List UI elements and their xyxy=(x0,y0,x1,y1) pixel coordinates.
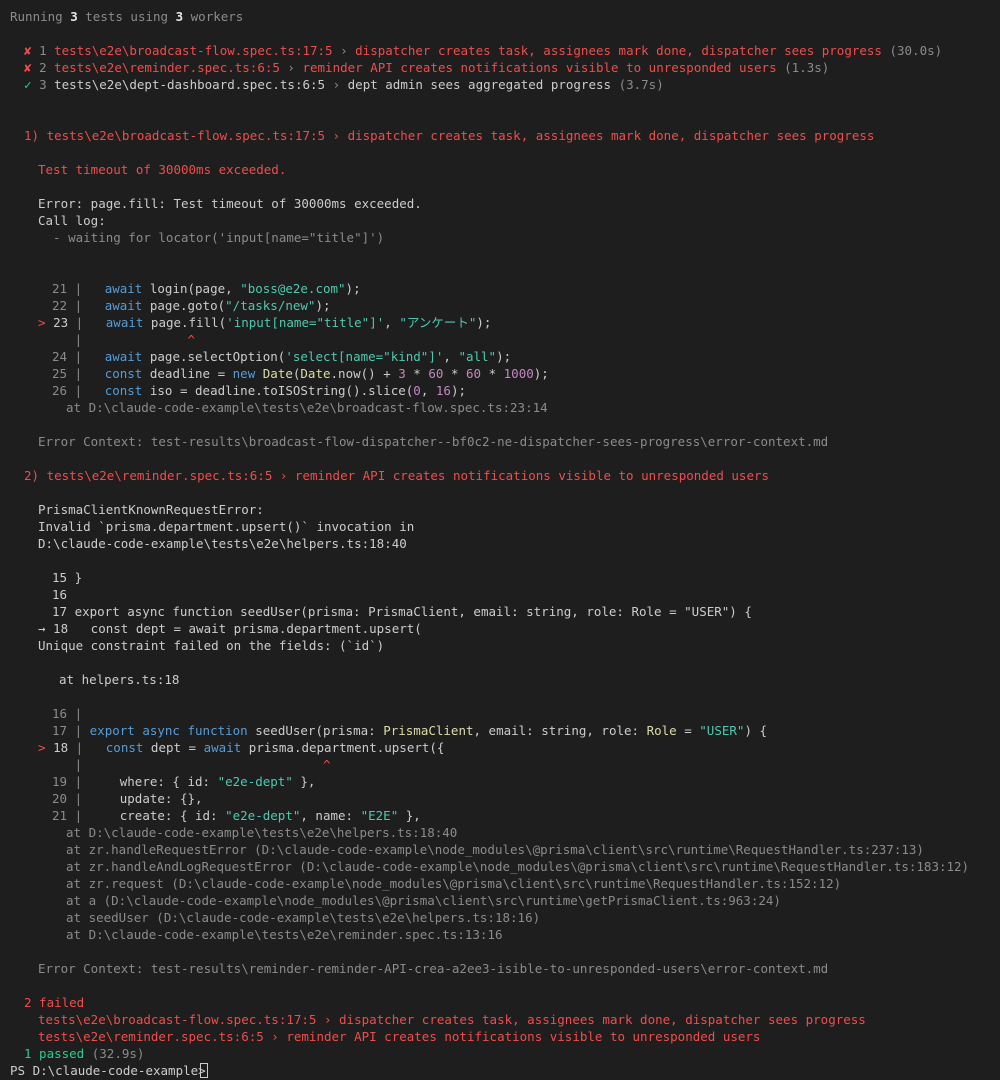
test-result-row: ✓ 3 tests\e2e\dept-dashboard.spec.ts:6:5… xyxy=(24,77,664,92)
stack-frame[interactable]: at D:\claude-code-example\tests\e2e\remi… xyxy=(66,926,503,943)
stack-frame: at helpers.ts:18 xyxy=(59,672,180,687)
stack-frame[interactable]: at a (D:\claude-code-example\node_module… xyxy=(66,892,781,909)
failure-header: 1) tests\e2e\broadcast-flow.spec.ts:17:5… xyxy=(24,128,875,143)
failed-test-entry[interactable]: tests\e2e\broadcast-flow.spec.ts:17:5 › … xyxy=(38,1011,866,1028)
code-line: 17 | export async function seedUser(pris… xyxy=(52,723,768,738)
error-caret: | ^ xyxy=(52,757,331,772)
source-line: 17 export async function seedUser(prisma… xyxy=(52,604,752,619)
code-line: 21 | await login(page, "boss@e2e.com"); xyxy=(52,281,361,296)
fail-mark-icon: ✘ xyxy=(24,60,32,75)
code-line: 20 | update: {}, xyxy=(52,791,203,806)
failure-header: 2) tests\e2e\reminder.spec.ts:6:5 › remi… xyxy=(24,468,770,483)
pass-check-icon: ✓ xyxy=(24,77,32,92)
error-context-link[interactable]: Error Context: test-results\broadcast-fl… xyxy=(38,433,828,450)
shell-prompt: PS D:\claude-code-example> xyxy=(10,1063,214,1078)
failed-count: 2 failed xyxy=(24,995,85,1010)
error-caret: | ^ xyxy=(52,332,195,347)
code-line-highlighted: > 18 | const dept = await prisma.departm… xyxy=(38,740,445,755)
stack-frame[interactable]: at D:\claude-code-example\tests\e2e\help… xyxy=(66,824,457,841)
code-line: 21 | create: { id: "e2e-dept", name: "E2… xyxy=(52,808,421,823)
code-line: 24 | await page.selectOption('select[nam… xyxy=(52,349,512,364)
error-message: Error: page.fill: Test timeout of 30000m… xyxy=(38,196,422,211)
failed-test-entry[interactable]: tests\e2e\reminder.spec.ts:6:5 › reminde… xyxy=(38,1028,760,1045)
stack-frame[interactable]: at zr.handleRequestError (D:\claude-code… xyxy=(66,841,924,858)
source-line-highlighted: → 18 const dept = await prisma.departmen… xyxy=(38,621,422,636)
call-log-label: Call log: xyxy=(38,213,106,228)
code-line: 25 | const deadline = new Date(Date.now(… xyxy=(52,366,549,381)
source-line: 15 } xyxy=(52,570,83,585)
terminal-panel[interactable]: Running 3 tests using 3 workers ✘ 1 test… xyxy=(0,0,1000,1080)
error-message: Invalid `prisma.department.upsert()` inv… xyxy=(38,519,415,534)
test-result-row: ✘ 2 tests\e2e\reminder.spec.ts:6:5 › rem… xyxy=(24,60,830,75)
passed-count: 1 passed (32.9s) xyxy=(24,1046,145,1061)
code-line: 16 | xyxy=(52,706,83,721)
error-context-link[interactable]: Error Context: test-results\reminder-rem… xyxy=(38,960,828,977)
fail-mark-icon: ✘ xyxy=(24,43,32,58)
test-result-row: ✘ 1 tests\e2e\broadcast-flow.spec.ts:17:… xyxy=(24,43,943,58)
timeout-message: Test timeout of 30000ms exceeded. xyxy=(38,162,287,177)
code-line: 19 | where: { id: "e2e-dept" }, xyxy=(52,774,316,789)
call-log-entry: - waiting for locator('input[name="title… xyxy=(38,230,385,245)
stack-frame[interactable]: at zr.request (D:\claude-code-example\no… xyxy=(66,875,841,892)
code-line: 22 | await page.goto("/tasks/new"); xyxy=(52,298,331,313)
text-cursor[interactable] xyxy=(200,1063,208,1078)
code-line: 26 | const iso = deadline.toISOString().… xyxy=(52,383,466,398)
stack-frame[interactable]: at seedUser (D:\claude-code-example\test… xyxy=(66,909,540,926)
source-line: 16 xyxy=(52,587,68,602)
code-line-highlighted: > 23 | await page.fill('input[name="titl… xyxy=(38,315,492,330)
error-name: PrismaClientKnownRequestError: xyxy=(38,502,264,517)
running-line: Running 3 tests using 3 workers xyxy=(10,9,244,24)
error-location[interactable]: D:\claude-code-example\tests\e2e\helpers… xyxy=(38,535,407,552)
error-line-arrow-icon: > xyxy=(38,740,46,755)
stack-frame[interactable]: at D:\claude-code-example\tests\e2e\broa… xyxy=(66,399,548,416)
error-line-arrow-icon: > xyxy=(38,315,46,330)
stack-frame[interactable]: at zr.handleAndLogRequestError (D:\claud… xyxy=(66,858,969,875)
error-detail: Unique constraint failed on the fields: … xyxy=(38,638,385,653)
